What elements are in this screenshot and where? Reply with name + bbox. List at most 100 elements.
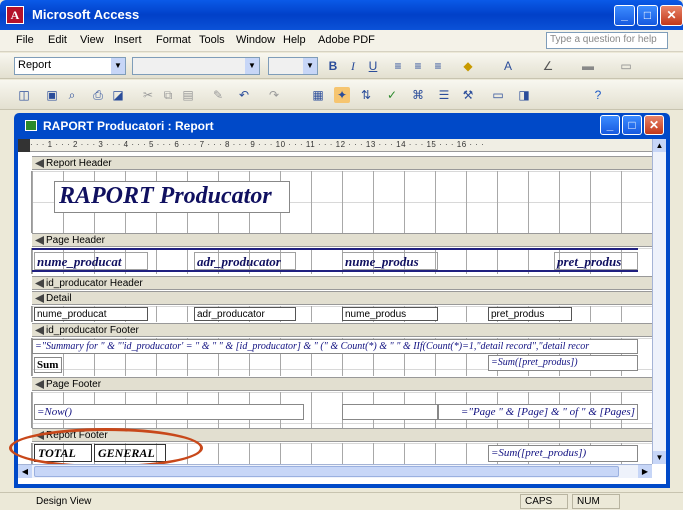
font-size-combo[interactable]: ▼ — [268, 57, 318, 75]
header-top-line — [32, 248, 638, 250]
report-title-label[interactable]: RAPORT Producator — [54, 181, 290, 213]
report-selector[interactable] — [18, 139, 30, 152]
object-combo[interactable]: Report ▼ — [14, 57, 126, 75]
bold-button[interactable]: B — [325, 58, 341, 74]
header-label-nume-produs[interactable]: nume_produs — [342, 252, 438, 270]
build-icon[interactable]: ⚒ — [460, 87, 476, 103]
chevron-down-icon[interactable]: ▼ — [245, 58, 259, 74]
sum-label[interactable]: Sum — [34, 357, 62, 373]
maximize-button[interactable]: □ — [637, 5, 658, 26]
child-close-button[interactable]: ✕ — [644, 115, 664, 135]
menu-format[interactable]: Format — [156, 34, 191, 46]
copy-icon[interactable]: ⧉ — [160, 87, 176, 103]
close-button[interactable]: ✕ — [660, 5, 683, 26]
page-header-bar[interactable]: Page Header — [32, 233, 652, 247]
print-preview-icon[interactable]: ◪ — [110, 87, 126, 103]
status-caps: CAPS — [520, 494, 568, 509]
vertical-scrollbar[interactable]: ▲ ▼ — [652, 139, 666, 464]
detail-field-pret-produs[interactable]: pret_produs — [488, 307, 572, 321]
save-icon[interactable]: ▣ — [44, 87, 60, 103]
menu-window[interactable]: Window — [236, 34, 275, 46]
header-label-adr-producator[interactable]: adr_producator — [194, 252, 296, 270]
page-number-expression[interactable]: ="Page " & [Page] & " of " & [Pages] — [438, 404, 638, 420]
header-label-nume-producat[interactable]: nume_producat — [34, 252, 148, 270]
group-footer-bar[interactable]: id_producator Footer — [32, 323, 652, 337]
menu-help[interactable]: Help — [283, 34, 306, 46]
child-maximize-button[interactable]: □ — [622, 115, 642, 135]
vertical-ruler — [18, 248, 32, 274]
formatting-toolbar: Report ▼ ▼ ▼ B I U ≡ ≡ ≡ ◆ A ∠ ▬ ▭ — [0, 53, 683, 79]
menu-view[interactable]: View — [80, 34, 104, 46]
header-label-pret-produs[interactable]: pret_produs — [554, 252, 638, 270]
field-list-icon[interactable]: ▦ — [310, 87, 326, 103]
view-icon[interactable]: ◫ — [16, 87, 32, 103]
object-combo-value: Report — [18, 59, 52, 71]
format-painter-icon[interactable]: ✎ — [210, 87, 226, 103]
page-footer-section: =Now() ="Page " & [Page] & " of " & [Pag… — [32, 392, 652, 428]
chevron-down-icon[interactable]: ▼ — [111, 58, 125, 74]
autoformat-icon[interactable]: ✓ — [384, 87, 400, 103]
report-window-title: RAPORT Producatori : Report — [43, 119, 214, 133]
align-right-icon[interactable]: ≡ — [430, 58, 446, 74]
detail-bar[interactable]: Detail — [32, 291, 652, 305]
line-width-icon[interactable]: ▬ — [580, 58, 596, 74]
cut-icon[interactable]: ✂ — [140, 87, 156, 103]
undo-icon[interactable]: ↶ — [236, 87, 252, 103]
print-icon[interactable]: ⎙ — [90, 87, 106, 103]
group-header-bar[interactable]: id_producator Header — [32, 276, 652, 290]
special-effect-icon[interactable]: ▭ — [618, 58, 634, 74]
detail-field-adr-producator[interactable]: adr_producator — [194, 307, 296, 321]
horizontal-scrollbar[interactable]: ◀ ▶ — [18, 464, 652, 478]
help-search-input[interactable]: Type a question for help — [546, 32, 668, 49]
report-header-bar[interactable]: Report Header — [32, 156, 652, 170]
properties-icon[interactable]: ☰ — [436, 87, 452, 103]
code-icon[interactable]: ⌘ — [410, 87, 426, 103]
paste-icon[interactable]: ▤ — [180, 87, 196, 103]
font-color-icon[interactable]: A — [500, 58, 516, 74]
scroll-right-icon[interactable]: ▶ — [638, 465, 652, 478]
minimize-button[interactable]: _ — [614, 5, 635, 26]
align-center-icon[interactable]: ≡ — [410, 58, 426, 74]
fill-color-icon[interactable]: ◆ — [460, 58, 476, 74]
vertical-ruler — [18, 392, 32, 428]
scroll-left-icon[interactable]: ◀ — [18, 465, 32, 478]
page-footer-bar[interactable]: Page Footer — [32, 377, 652, 391]
summary-expression[interactable]: ="Summary for " & "'id_producator' = " &… — [32, 339, 638, 354]
app-titlebar: A Microsoft Access _ □ ✕ — [0, 0, 683, 30]
menu-edit[interactable]: Edit — [48, 34, 67, 46]
vertical-ruler — [18, 338, 32, 376]
app-title: Microsoft Access — [32, 7, 140, 22]
menu-tools[interactable]: Tools — [199, 34, 225, 46]
page-footer-empty-box[interactable] — [342, 404, 438, 420]
scroll-down-icon[interactable]: ▼ — [653, 451, 666, 464]
help-icon[interactable]: ? — [590, 87, 606, 103]
align-left-icon[interactable]: ≡ — [390, 58, 406, 74]
new-object-icon[interactable]: ◨ — [516, 87, 532, 103]
menu-adobe-pdf[interactable]: Adobe PDF — [318, 34, 375, 46]
scroll-up-icon[interactable]: ▲ — [653, 139, 666, 152]
now-expression[interactable]: =Now() — [34, 404, 304, 420]
underline-button[interactable]: U — [365, 58, 381, 74]
toolbox-icon[interactable]: ✦ — [334, 87, 350, 103]
group-footer-section: ="Summary for " & "'id_producator' = " &… — [32, 338, 652, 376]
scroll-thumb[interactable] — [34, 466, 619, 477]
font-name-combo[interactable]: ▼ — [132, 57, 260, 75]
group-sum-expression[interactable]: =Sum([pret_produs]) — [488, 355, 638, 371]
access-app-icon[interactable]: A — [6, 6, 24, 24]
redo-icon[interactable]: ↷ — [266, 87, 282, 103]
search-icon[interactable]: ⌕ — [64, 87, 80, 103]
grand-total-sum-expression[interactable]: =Sum([pret_produs]) — [488, 445, 638, 462]
sorting-grouping-icon[interactable]: ⇅ — [358, 87, 374, 103]
chevron-down-icon[interactable]: ▼ — [303, 58, 317, 74]
child-minimize-button[interactable]: _ — [600, 115, 620, 135]
status-bar: Design View CAPS NUM — [0, 492, 683, 510]
italic-button[interactable]: I — [345, 58, 361, 74]
line-color-icon[interactable]: ∠ — [540, 58, 556, 74]
report-design-toolbar: ◫ ▣ ⌕ ⎙ ◪ ✂ ⧉ ▤ ✎ ↶ ↷ ▦ ✦ ⇅ ✓ ⌘ ☰ ⚒ ▭ ◨ … — [0, 80, 683, 110]
highlight-ellipse — [9, 428, 203, 468]
detail-field-nume-produs[interactable]: nume_produs — [342, 307, 438, 321]
menu-file[interactable]: File — [16, 34, 34, 46]
detail-field-nume-producat[interactable]: nume_producat — [34, 307, 148, 321]
menu-insert[interactable]: Insert — [114, 34, 142, 46]
database-window-icon[interactable]: ▭ — [490, 87, 506, 103]
